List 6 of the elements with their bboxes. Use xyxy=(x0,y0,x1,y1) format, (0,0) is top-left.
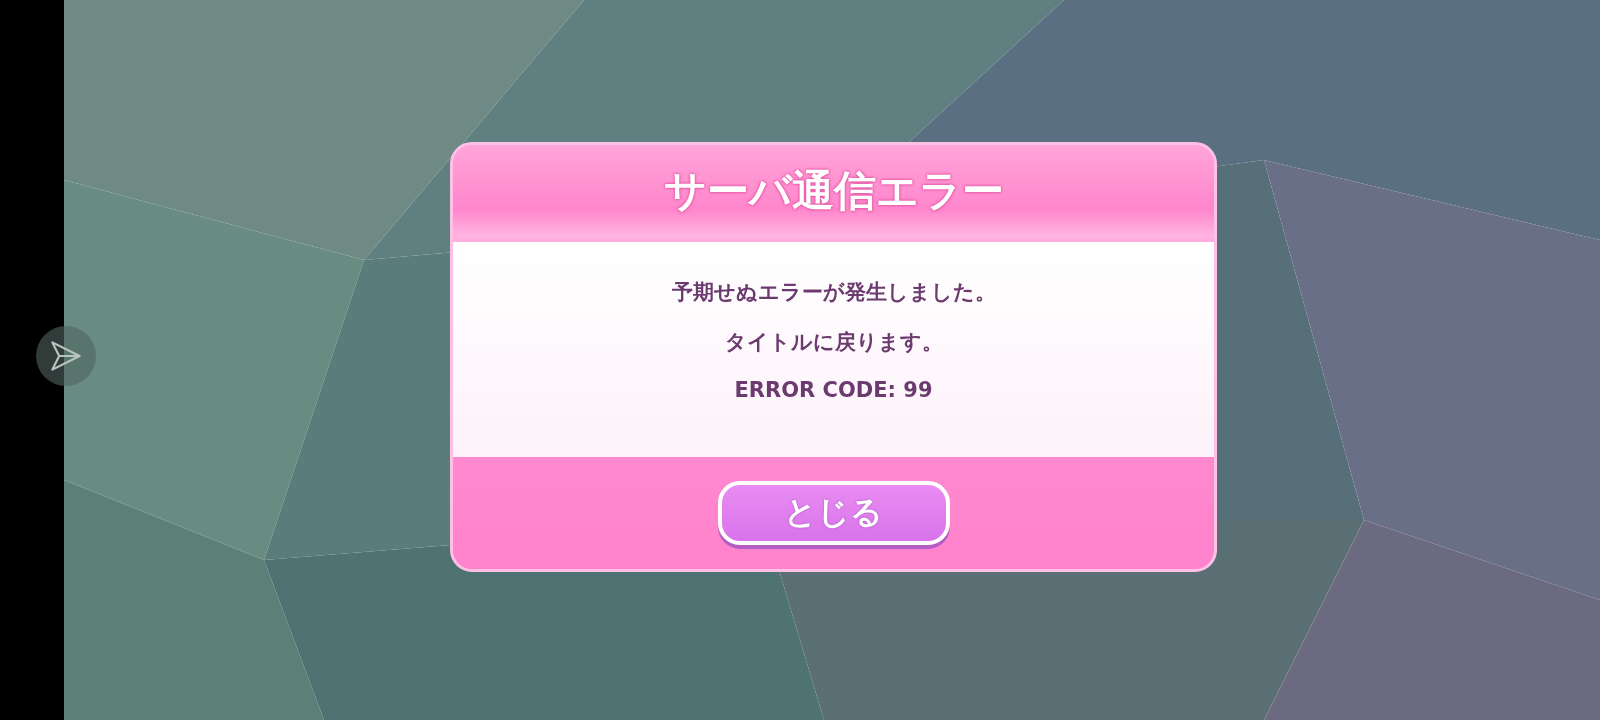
message-text: ERROR CODE: 99 xyxy=(734,377,933,402)
dialog-title: サーバ通信エラー xyxy=(663,165,1004,217)
message-text: 予期せぬエラーが発生しました。 xyxy=(671,278,996,306)
send-icon xyxy=(49,339,83,373)
message-text: タイトルに戻ります。 xyxy=(724,328,943,356)
floating-button[interactable] xyxy=(36,326,96,386)
